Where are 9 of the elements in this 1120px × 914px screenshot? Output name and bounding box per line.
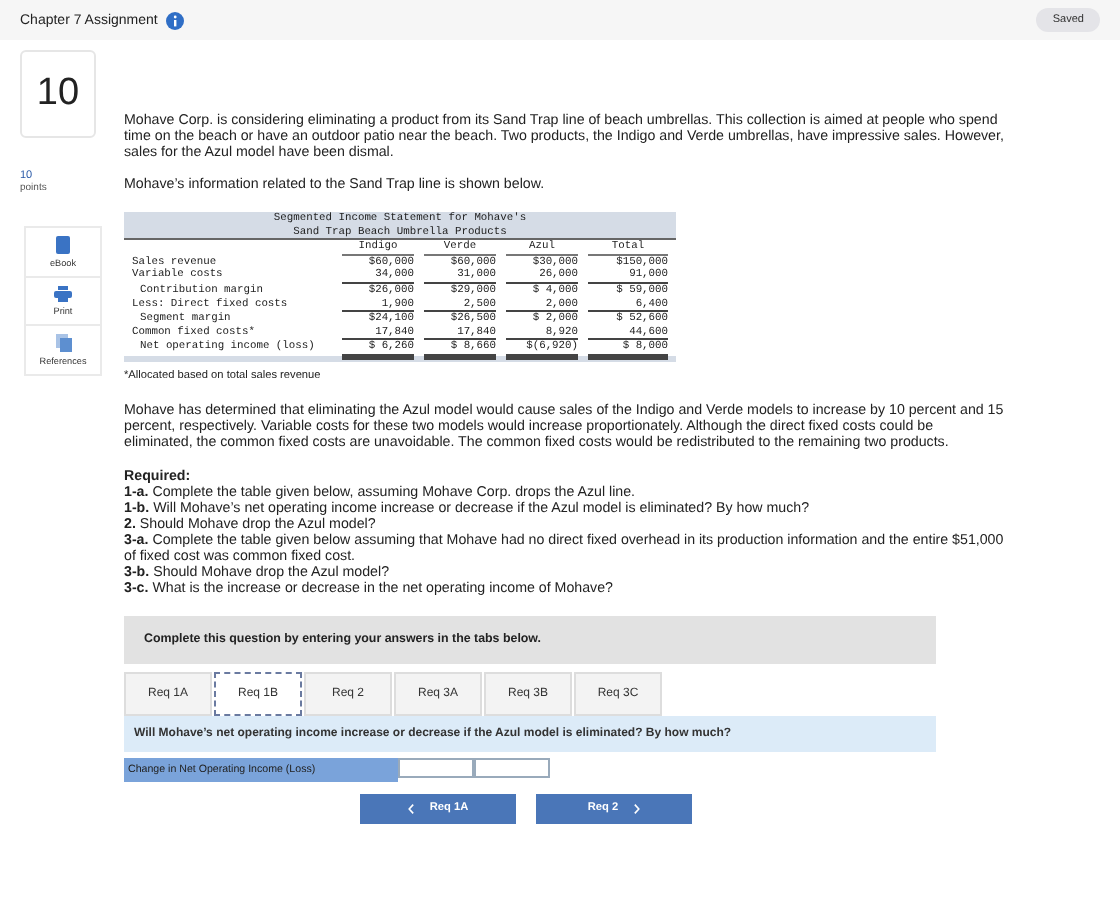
- input-field[interactable]: [398, 757, 474, 778]
- documents-icon: [55, 334, 71, 352]
- chevron-left-icon: [407, 803, 414, 814]
- info-icon[interactable]: [165, 11, 184, 29]
- book-icon: [56, 236, 70, 254]
- print-icon: [54, 286, 72, 302]
- input-field[interactable]: [474, 757, 550, 778]
- question-number: 10: [20, 50, 96, 138]
- chevron-right-icon: [634, 803, 641, 814]
